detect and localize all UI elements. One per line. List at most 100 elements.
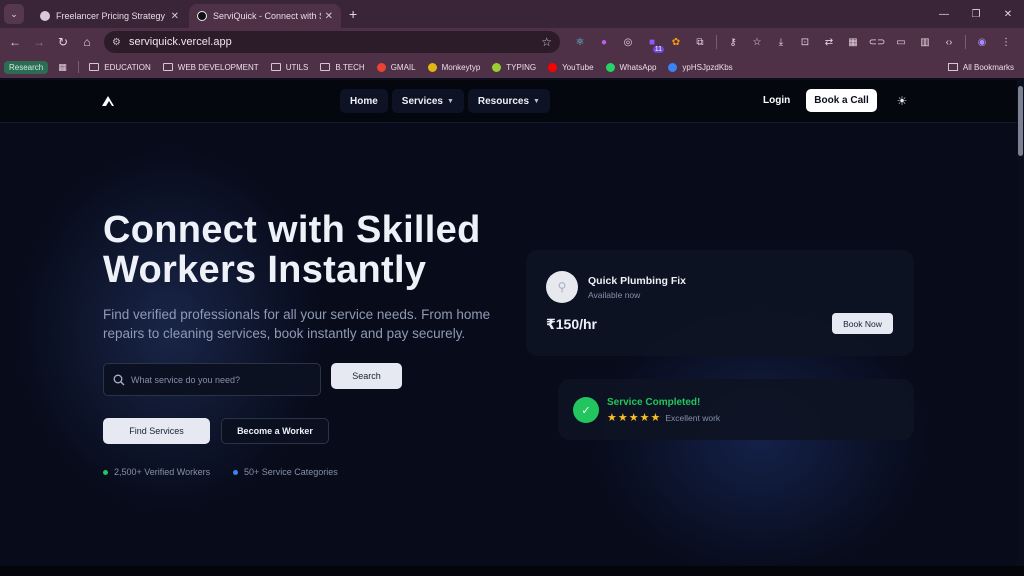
bookmark-label: WhatsApp: [619, 62, 657, 72]
bookmark-btech[interactable]: B.TECH: [320, 62, 365, 72]
page-scrollbar[interactable]: [1017, 80, 1024, 576]
hero-title-line2: Workers Instantly: [103, 249, 427, 291]
reading-list-icon[interactable]: ☆: [745, 31, 769, 53]
sun-icon[interactable]: ☀: [895, 94, 909, 108]
toolbar-divider: [716, 35, 717, 49]
folder-icon: [162, 63, 173, 71]
nav-resources[interactable]: Resources ▼: [467, 89, 550, 113]
extension-badge-icon[interactable]: ■ 11: [640, 31, 664, 53]
page-bottom-strip: [0, 566, 1024, 576]
hero-subtitle: Find verified professionals for all your…: [103, 307, 491, 341]
side-panel-icon[interactable]: ▥: [913, 31, 937, 53]
bookmarks-bar: Research ▦ EDUCATION WEB DEVELOPMENT UTI…: [0, 56, 1024, 78]
hero-title: Connect with Skilled Workers Instantly: [103, 210, 523, 290]
nav-resources-label: Resources: [477, 95, 530, 107]
book-now-button[interactable]: Book Now: [832, 313, 893, 334]
bookmark-label: UTILS: [285, 62, 309, 72]
nav-home-label: Home: [350, 95, 378, 107]
apps-grid-icon[interactable]: ▦: [58, 62, 70, 73]
forward-icon[interactable]: →: [27, 30, 51, 54]
search-icon: [113, 374, 125, 385]
extension-badge: 11: [652, 46, 664, 53]
bookmark-gmail[interactable]: GMAIL: [376, 62, 416, 72]
research-chip[interactable]: Research: [4, 60, 49, 74]
stat-verified-workers: 2,500+ Verified Workers: [103, 467, 210, 477]
close-icon[interactable]: ✕: [325, 11, 333, 22]
become-worker-button[interactable]: Become a Worker: [221, 418, 329, 444]
address-bar[interactable]: ⚙ serviquick.vercel.app ☆: [104, 31, 560, 53]
site-navbar: Home Services ▼ Resources ▼ Login Book a C…: [0, 80, 1024, 123]
download-icon[interactable]: ⤓: [769, 31, 793, 53]
stat-text: 2,500+ Verified Workers: [114, 467, 211, 477]
bookmark-education[interactable]: EDUCATION: [89, 63, 151, 72]
bookmark-web-development[interactable]: WEB DEVELOPMENT: [162, 63, 259, 72]
bookmark-youtube[interactable]: YouTube: [548, 62, 594, 72]
profile-avatar[interactable]: ◉: [970, 31, 994, 53]
all-bookmarks[interactable]: All Bookmarks: [947, 56, 1014, 78]
find-services-button[interactable]: Find Services: [103, 418, 210, 444]
tab-serviquick[interactable]: ServiQuick - Connect with Skille ✕: [189, 4, 341, 28]
nav-services-label: Services: [401, 95, 443, 107]
extension-orange-icon[interactable]: ✿: [664, 31, 688, 53]
chevron-down-icon: ▼: [533, 97, 540, 105]
all-bookmarks-label: All Bookmarks: [962, 62, 1014, 72]
translate-icon[interactable]: ⇄: [817, 31, 841, 53]
scrollbar-thumb[interactable]: [1018, 86, 1023, 156]
tab-title: Freelancer Pricing Strategy: [56, 11, 166, 21]
extension-target-icon[interactable]: ◎: [616, 31, 640, 53]
react-devtools-icon[interactable]: ⚛: [568, 31, 592, 53]
site-info-icon[interactable]: ⚙: [112, 37, 121, 48]
close-window-icon[interactable]: ✕: [992, 0, 1024, 28]
bookmark-label: YouTube: [562, 62, 594, 72]
bookmark-monkeytype[interactable]: Monkeytyp: [427, 62, 481, 72]
folder-icon: [320, 63, 331, 71]
url-text: serviquick.vercel.app: [128, 36, 232, 48]
service-search-input[interactable]: [131, 374, 301, 385]
service-search-box[interactable]: [103, 363, 321, 396]
menu-kebab-icon[interactable]: ⋮: [994, 31, 1018, 53]
globe-icon: [40, 11, 50, 21]
service-title: Quick Plumbing Fix: [588, 275, 687, 287]
bookmark-utils[interactable]: UTILS: [270, 62, 309, 72]
monkeytype-icon: [427, 62, 437, 72]
bookmark-typing[interactable]: TYPING: [492, 62, 536, 72]
star-icon: ★: [639, 412, 650, 424]
home-icon[interactable]: ⌂: [75, 30, 99, 54]
reload-icon[interactable]: ↻: [51, 30, 75, 54]
book-call-button[interactable]: Book a Call: [806, 89, 877, 112]
new-tab-button[interactable]: +: [349, 6, 357, 22]
service-card: ⚲ Quick Plumbing Fix Available now ₹150/…: [526, 250, 914, 356]
tab-search-button[interactable]: ⌄: [4, 4, 24, 24]
search-button[interactable]: Search: [331, 363, 402, 389]
blue-dot-icon: [233, 469, 238, 475]
link-icon[interactable]: ⊂⊃: [865, 31, 889, 53]
star-icon: ★: [617, 412, 628, 424]
passwords-key-icon[interactable]: ⚷: [721, 31, 745, 53]
login-link[interactable]: Login: [763, 95, 790, 106]
extensions-puzzle-icon[interactable]: ⧉: [688, 31, 712, 53]
logo-icon[interactable]: [101, 94, 115, 108]
nav-services[interactable]: Services ▼: [391, 89, 464, 113]
browser-window: ⌄ Freelancer Pricing Strategy ✕ ServiQui…: [0, 0, 1024, 576]
web-page: Home Services ▼ Resources ▼ Login Book a C…: [0, 80, 1024, 576]
tab-title: ServiQuick - Connect with Skille: [213, 11, 321, 21]
whatsapp-icon: [605, 62, 615, 72]
screenshot-icon[interactable]: ⊡: [793, 31, 817, 53]
bookmark-video[interactable]: ypHSJpzdKbs: [668, 62, 733, 72]
tab-freelancer[interactable]: Freelancer Pricing Strategy ✕: [32, 4, 187, 28]
restore-icon[interactable]: ❐: [960, 0, 992, 28]
bookmark-label: Monkeytyp: [441, 62, 481, 72]
back-icon[interactable]: ←: [3, 30, 27, 54]
bookmark-whatsapp[interactable]: WhatsApp: [605, 62, 657, 72]
bookmarks-divider: [78, 61, 80, 73]
minimize-icon[interactable]: —: [928, 0, 960, 28]
nav-home[interactable]: Home: [340, 89, 388, 113]
bookmark-star-icon[interactable]: ☆: [541, 35, 552, 49]
extension-purple-icon[interactable]: ●: [592, 31, 616, 53]
close-icon[interactable]: ✕: [171, 11, 179, 22]
bookmark-label: B.TECH: [335, 62, 365, 72]
cast-icon[interactable]: ▭: [889, 31, 913, 53]
devtools-code-icon[interactable]: ‹›: [937, 31, 961, 53]
qr-code-icon[interactable]: ▦: [841, 31, 865, 53]
extensions-area: ⚛ ● ◎ ■ 11 ✿ ⧉ ⚷ ☆ ⤓ ⊡ ⇄ ▦ ⊂⊃ ▭ ▥ ‹› ◉ ⋮: [568, 31, 1018, 53]
